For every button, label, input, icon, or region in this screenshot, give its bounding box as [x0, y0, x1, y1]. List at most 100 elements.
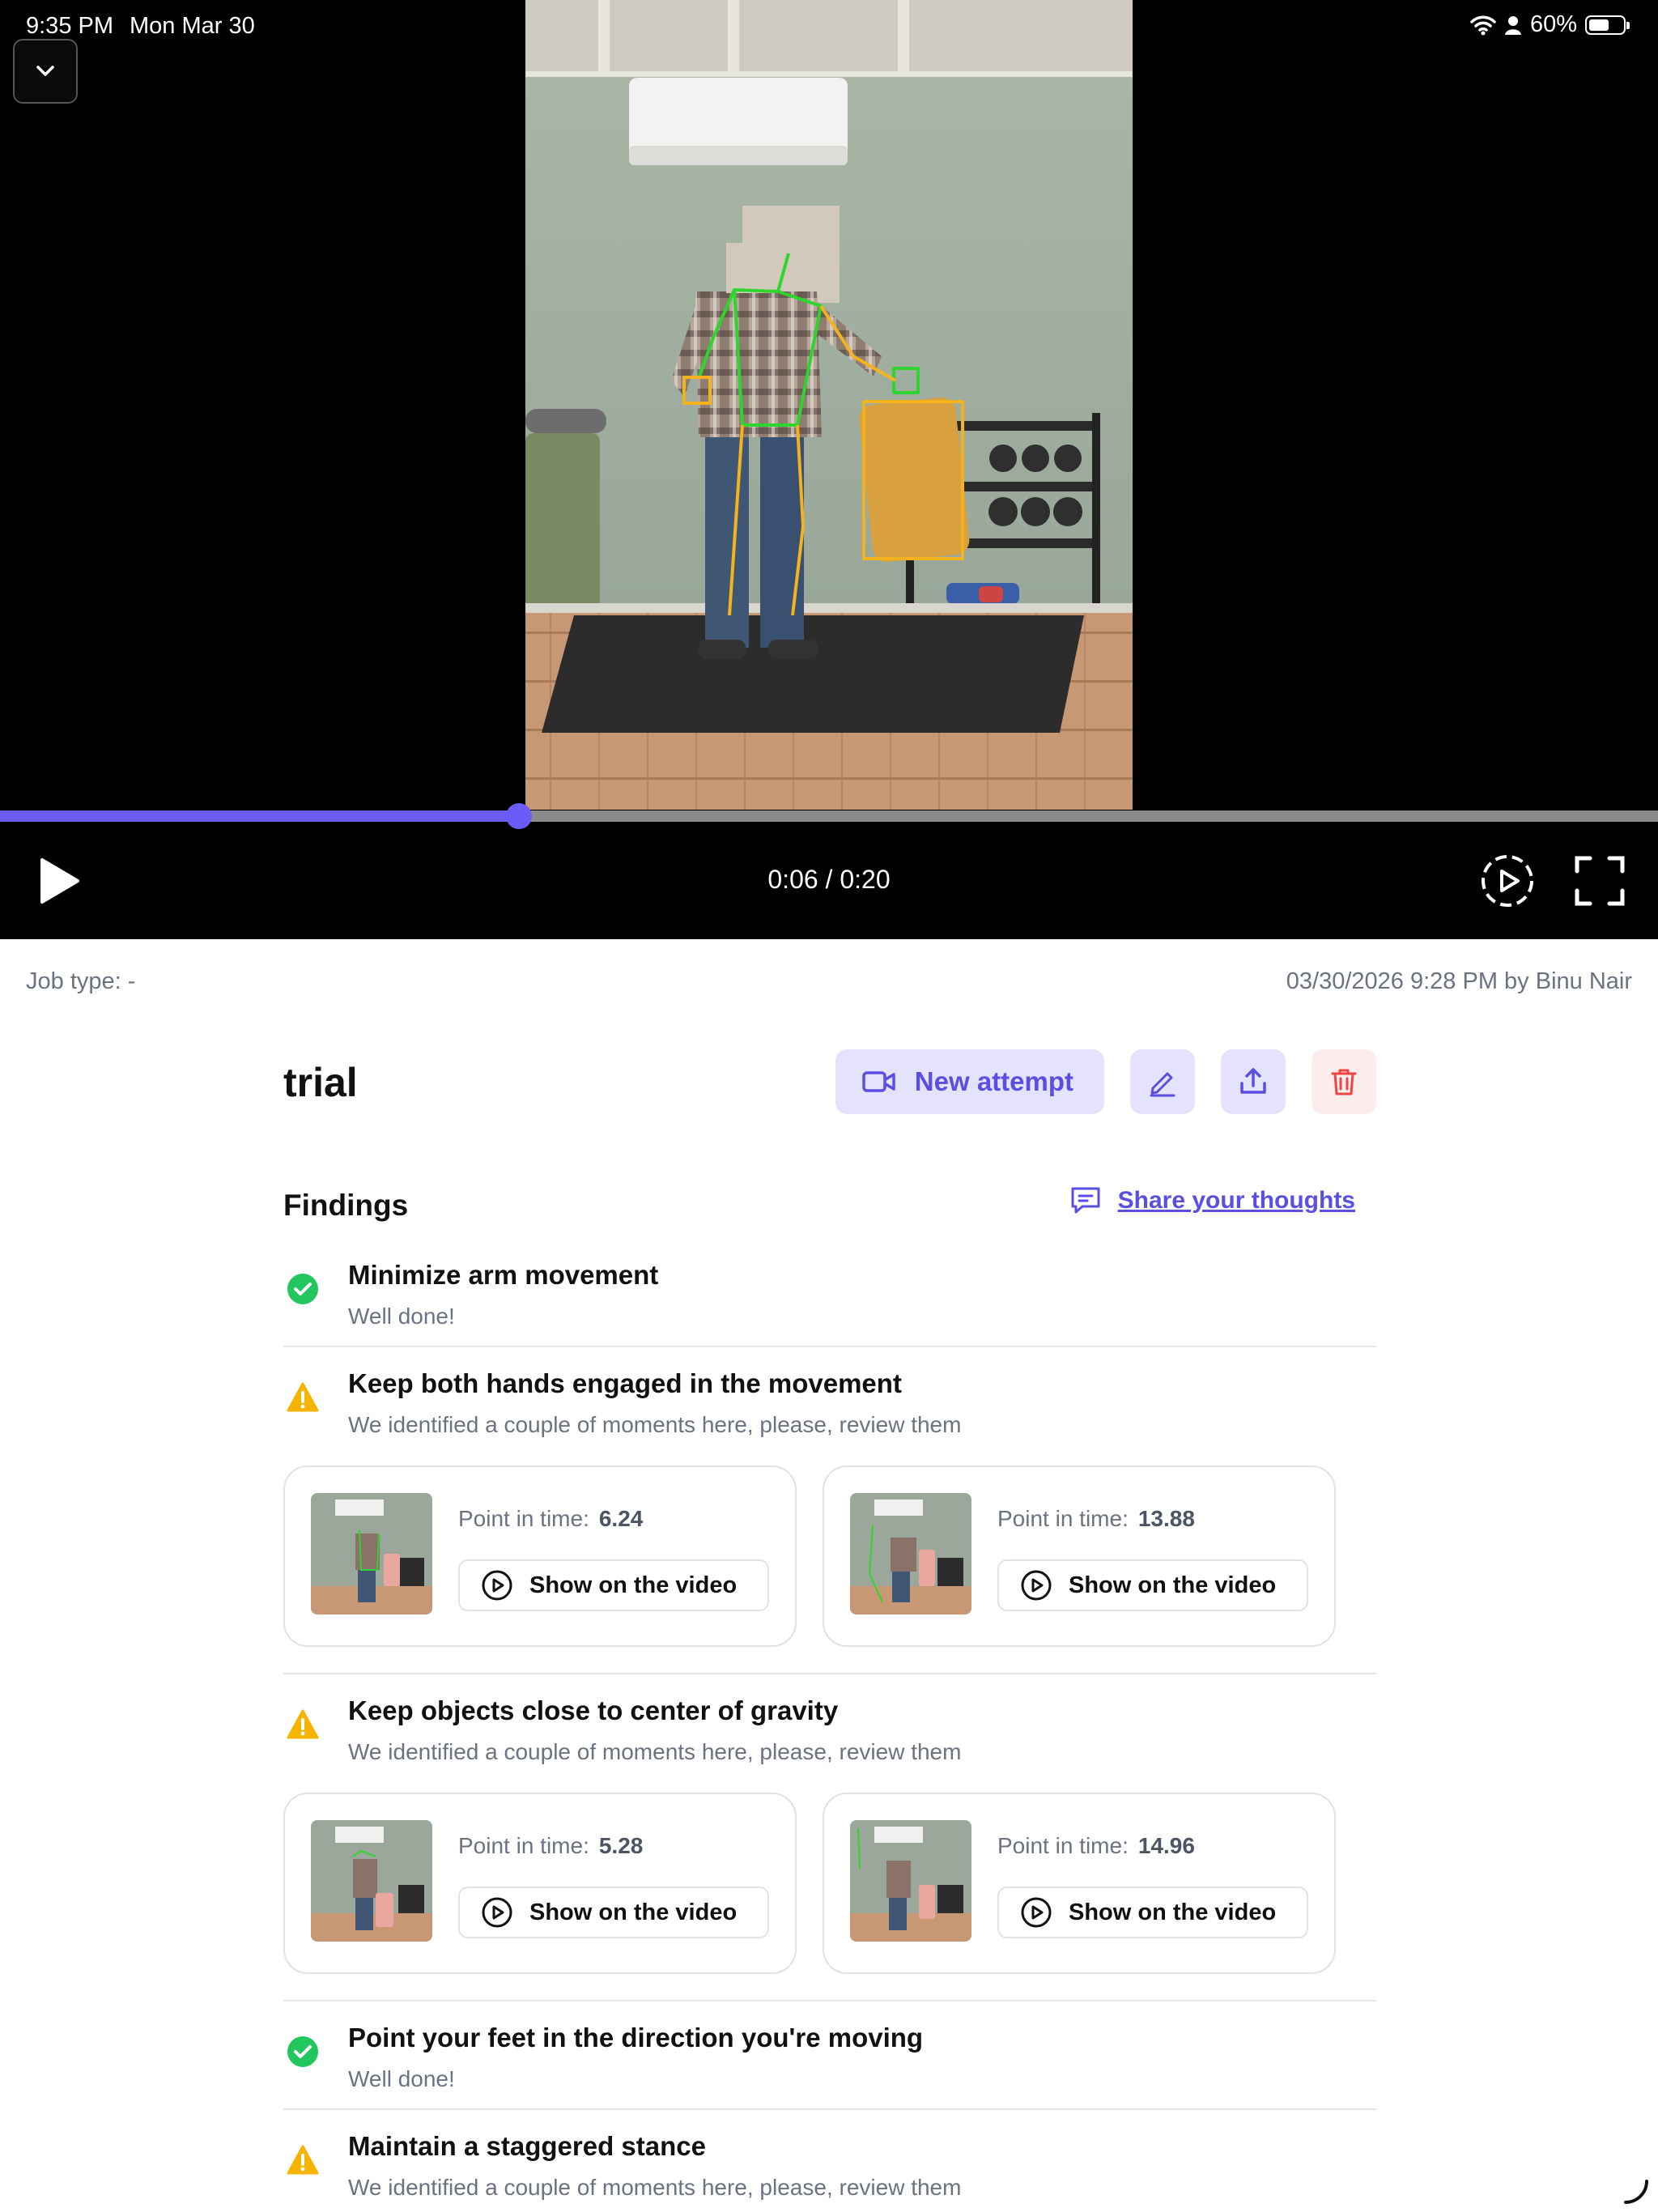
show-on-video-label: Show on the video [529, 1899, 738, 1925]
finding-item: Keep both hands engaged in the movement … [283, 1347, 1376, 1674]
warning-icon [287, 1709, 319, 1739]
moment-card: Point in time: 14.96 Show on the video [823, 1793, 1336, 1974]
title-row: trial New attempt [283, 1044, 1376, 1117]
loading-spinner-icon [1624, 2180, 1648, 2204]
action-buttons: New attempt [835, 1049, 1376, 1114]
fullscreen-button[interactable] [1571, 852, 1629, 910]
moment-card: Point in time: 5.28 Show on the video [283, 1793, 797, 1974]
findings-title: Findings [283, 1189, 409, 1222]
video-frame[interactable] [525, 0, 1133, 810]
pencil-icon [1150, 1072, 1175, 1097]
finding-title: Keep objects close to center of gravity [348, 1695, 839, 1725]
new-attempt-button[interactable]: New attempt [835, 1049, 1104, 1114]
video-still [525, 0, 1133, 810]
upload-icon [1240, 1068, 1266, 1094]
status-bar: 9:35 PM Mon Mar 30 60% [0, 0, 1658, 50]
share-button[interactable] [1221, 1049, 1286, 1114]
point-label: Point in time: [997, 1506, 1129, 1531]
video-camera-icon [862, 1071, 895, 1092]
fullscreen-icon [1575, 856, 1625, 906]
warning-icon [287, 1382, 319, 1412]
video-player[interactable]: 9:35 PM Mon Mar 30 60% 0:06 / 0:20 [0, 0, 1658, 939]
point-value: 5.28 [598, 1833, 644, 1858]
battery-level [1589, 19, 1609, 31]
moment-thumbnail[interactable] [311, 1493, 432, 1614]
point-in-time: Point in time: 13.88 [997, 1506, 1195, 1532]
moment-thumbnail[interactable] [850, 1820, 971, 1942]
show-on-video-button[interactable]: Show on the video [997, 1887, 1308, 1938]
wifi-icon [1470, 15, 1496, 35]
point-value: 14.96 [1137, 1833, 1195, 1858]
finding-item: Maintain a staggered stance We identifie… [283, 2110, 1376, 2212]
play-circle-icon [1021, 1570, 1052, 1601]
finding-subtitle: We identified a couple of moments here, … [348, 2175, 962, 2200]
show-on-video-button[interactable]: Show on the video [458, 1887, 769, 1938]
point-label: Point in time: [458, 1833, 589, 1858]
point-label: Point in time: [997, 1833, 1129, 1858]
finding-title: Point your feet in the direction you're … [348, 2023, 924, 2052]
finding-subtitle: We identified a couple of moments here, … [348, 1412, 962, 1437]
point-label: Point in time: [458, 1506, 589, 1531]
page-title: trial [283, 1060, 358, 1105]
moment-thumbnail[interactable] [850, 1493, 971, 1614]
main-content: trial New attempt Findings Share your th… [283, 1044, 1376, 2212]
check-circle-icon [287, 2036, 318, 2067]
status-time: 9:35 PM [26, 13, 113, 39]
moment-thumbnail[interactable] [311, 1820, 432, 1942]
moments-list: Point in time: 6.24 Show on the video Po… [283, 1454, 1376, 1673]
play-circle-icon [482, 1570, 512, 1601]
delete-button[interactable] [1312, 1049, 1376, 1114]
chevron-down-icon [36, 66, 54, 76]
finding-title: Maintain a staggered stance [348, 2131, 706, 2161]
finding-header: Maintain a staggered stance We identifie… [283, 2110, 1376, 2212]
autoplay-icon [1482, 855, 1533, 907]
finding-header: Point your feet in the direction you're … [283, 2001, 1376, 2108]
edit-button[interactable] [1130, 1049, 1195, 1114]
check-circle-icon [287, 1274, 318, 1304]
share-thoughts-label: Share your thoughts [1117, 1187, 1355, 1214]
time-readout: 0:06 / 0:20 [767, 865, 891, 894]
recorded-info: 03/30/2026 9:28 PM by Binu Nair [1286, 968, 1632, 994]
finding-item: Keep objects close to center of gravity … [283, 1674, 1376, 2001]
finding-subtitle: Well done! [348, 1304, 455, 1329]
battery-percent: 60% [1529, 11, 1577, 37]
finding-header: Keep both hands engaged in the movement … [283, 1347, 1376, 1454]
warning-icon [287, 2145, 319, 2175]
finding-subtitle: Well done! [348, 2066, 455, 2091]
status-date: Mon Mar 30 [130, 13, 255, 39]
progress-fill [0, 810, 520, 822]
moments-list: Point in time: 5.28 Show on the video Po… [283, 1781, 1376, 2000]
battery-icon [1585, 15, 1630, 35]
play-circle-icon [1021, 1897, 1052, 1928]
comment-icon [1071, 1187, 1100, 1214]
job-type: Job type: - [26, 968, 136, 994]
show-on-video-label: Show on the video [1069, 1572, 1277, 1598]
findings-header: Findings Share your thoughts [283, 1174, 1376, 1239]
trash-icon [1331, 1069, 1357, 1095]
point-in-time: Point in time: 5.28 [458, 1833, 643, 1859]
point-value: 13.88 [1137, 1506, 1195, 1531]
video-controls: 0:06 / 0:20 [0, 823, 1658, 939]
finding-title: Minimize arm movement [348, 1260, 659, 1290]
moment-card: Point in time: 13.88 Show on the video [823, 1465, 1336, 1647]
point-value: 6.24 [598, 1506, 644, 1531]
new-attempt-label: New attempt [914, 1066, 1073, 1096]
person-icon [1504, 15, 1521, 35]
finding-item: Minimize arm movement Well done! [283, 1239, 1376, 1347]
collapse-button[interactable] [13, 39, 78, 104]
autoplay-button[interactable] [1478, 852, 1537, 910]
point-in-time: Point in time: 6.24 [458, 1506, 643, 1532]
moment-card: Point in time: 6.24 Show on the video [283, 1465, 797, 1647]
finding-item: Point your feet in the direction you're … [283, 2001, 1376, 2110]
finding-title: Keep both hands engaged in the movement [348, 1368, 902, 1398]
finding-header: Minimize arm movement Well done! [283, 1239, 1376, 1346]
show-on-video-label: Show on the video [529, 1572, 738, 1598]
share-thoughts-link[interactable]: Share your thoughts [1069, 1185, 1355, 1216]
show-on-video-label: Show on the video [1069, 1899, 1277, 1925]
video-progress-bar[interactable] [0, 803, 1658, 829]
status-indicators: 60% [1470, 11, 1630, 38]
finding-header: Keep objects close to center of gravity … [283, 1674, 1376, 1781]
show-on-video-button[interactable]: Show on the video [458, 1559, 769, 1611]
show-on-video-button[interactable]: Show on the video [997, 1559, 1308, 1611]
finding-subtitle: We identified a couple of moments here, … [348, 1739, 962, 1764]
